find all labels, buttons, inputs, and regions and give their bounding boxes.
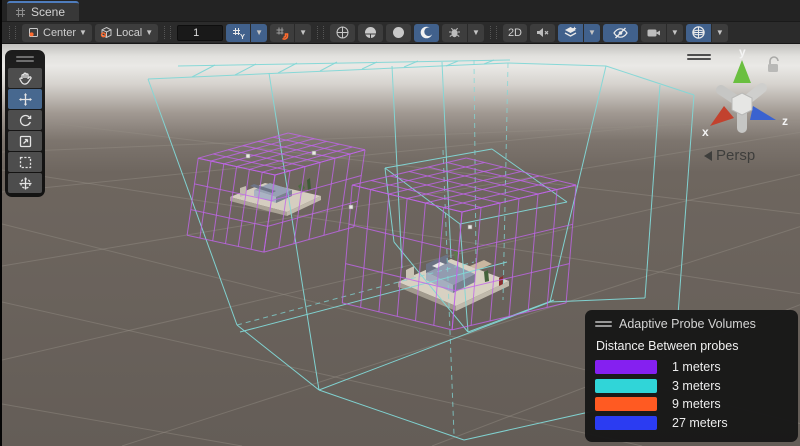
tab-title: Scene xyxy=(31,5,65,19)
cube-icon xyxy=(100,26,113,39)
rotate-icon xyxy=(18,113,33,128)
swatch-27m xyxy=(595,416,657,430)
chevron-down-icon: ▼ xyxy=(145,29,153,37)
tab-scene[interactable]: Scene xyxy=(7,1,79,21)
sphere-icon xyxy=(391,25,406,40)
triangle-left-icon xyxy=(704,151,712,161)
grid-magnet-icon xyxy=(275,26,289,40)
axis-z-label: z xyxy=(782,114,788,128)
camera-icon xyxy=(646,26,661,39)
axis-x-cone[interactable] xyxy=(710,106,734,126)
persp-label: Persp xyxy=(716,147,755,164)
rotation-label: Local xyxy=(116,27,142,39)
unity-scene-view: Scene Center ▼ Local ▼ xyxy=(0,0,800,446)
tool-move[interactable] xyxy=(8,89,42,109)
transform-icon xyxy=(18,176,33,191)
scale-icon xyxy=(18,134,33,149)
tool-transform[interactable] xyxy=(8,173,42,193)
layers-icon xyxy=(563,25,578,40)
pivot-icon xyxy=(27,26,40,39)
2d-toggle-button[interactable]: 2D xyxy=(503,24,527,42)
chevron-down-icon: ▼ xyxy=(79,29,87,37)
rotation-dropdown[interactable]: Local ▼ xyxy=(95,24,158,42)
legend-item: 1 meters xyxy=(595,360,788,374)
legend-item: 9 meters xyxy=(595,397,788,411)
axis-x-label: x xyxy=(702,125,709,139)
debug-bug-button[interactable] xyxy=(442,24,467,42)
scene-toolbar: Center ▼ Local ▼ Y ▼ xyxy=(2,22,800,44)
lock-icon[interactable] xyxy=(768,57,778,72)
snap-toggle[interactable] xyxy=(270,24,294,42)
audio-mute-button[interactable] xyxy=(530,24,555,42)
chevron-down-icon: ▼ xyxy=(671,29,679,37)
eye-slash-icon xyxy=(612,25,629,40)
gizmo-center-cube[interactable] xyxy=(732,93,752,115)
grid-axis-icon: Y xyxy=(231,26,245,40)
toolbar-separator xyxy=(164,26,171,39)
chevron-down-icon: ▼ xyxy=(299,29,307,37)
grid-tab-icon xyxy=(15,7,26,18)
tab-bar: Scene xyxy=(2,0,800,22)
tool-rect[interactable] xyxy=(8,152,42,172)
moon-icon xyxy=(419,25,434,40)
chevron-down-icon: ▼ xyxy=(472,29,480,37)
lighting-toggle-button[interactable] xyxy=(414,24,439,42)
visibility-toggle-button[interactable] xyxy=(603,24,638,42)
legend-subtitle: Distance Between probes xyxy=(596,339,788,353)
swatch-9m xyxy=(595,397,657,411)
pivot-dropdown[interactable]: Center ▼ xyxy=(22,24,92,42)
shaded-globe-button[interactable] xyxy=(358,24,383,42)
gizmos-toggle-button[interactable] xyxy=(686,24,711,42)
chevron-down-icon: ▼ xyxy=(255,29,263,37)
chevron-down-icon: ▼ xyxy=(716,29,724,37)
half-sphere-icon xyxy=(363,25,378,40)
effects-toggle-button[interactable] xyxy=(558,24,583,42)
pivot-label: Center xyxy=(43,27,76,39)
swatch-3m xyxy=(595,379,657,393)
projection-toggle[interactable]: Persp xyxy=(704,147,755,164)
move-icon xyxy=(18,92,33,107)
rect-tool-icon xyxy=(18,155,33,170)
gizmo-sphere-icon xyxy=(691,25,706,40)
debug-dropdown[interactable]: ▼ xyxy=(468,24,484,42)
shaded-sphere-button[interactable] xyxy=(386,24,411,42)
effects-dropdown[interactable]: ▼ xyxy=(584,24,600,42)
axis-y-cone[interactable] xyxy=(733,60,751,83)
2d-label: 2D xyxy=(508,27,522,39)
toolbar-separator xyxy=(490,26,497,39)
camera-dropdown[interactable]: ▼ xyxy=(667,24,683,42)
grid-visibility-dropdown[interactable]: ▼ xyxy=(251,24,267,42)
speaker-muted-icon xyxy=(535,25,550,40)
wire-sphere-icon xyxy=(335,25,350,40)
wireframe-globe-button[interactable] xyxy=(330,24,355,42)
grid-size-input[interactable] xyxy=(177,25,223,41)
toolbar-separator xyxy=(317,26,324,39)
legend-item: 3 meters xyxy=(595,379,788,393)
tools-overlay xyxy=(5,50,45,197)
grid-visibility-toggle[interactable]: Y xyxy=(226,24,250,42)
tool-rotate[interactable] xyxy=(8,110,42,130)
apv-legend-panel: Adaptive Probe Volumes Distance Between … xyxy=(585,310,798,442)
swatch-1m xyxy=(595,360,657,374)
legend-title: Adaptive Probe Volumes xyxy=(619,317,756,331)
gizmos-dropdown[interactable]: ▼ xyxy=(712,24,728,42)
tools-overlay-handle[interactable] xyxy=(8,53,42,65)
svg-text:Y: Y xyxy=(240,32,245,40)
hand-icon xyxy=(18,71,33,86)
bug-icon xyxy=(447,25,462,40)
axis-z-cone[interactable] xyxy=(750,106,776,120)
legend-item: 27 meters xyxy=(595,416,788,430)
tool-hand[interactable] xyxy=(8,68,42,88)
toolbar-drag-handle[interactable] xyxy=(9,26,16,39)
legend-drag-handle[interactable] xyxy=(595,321,612,327)
camera-button[interactable] xyxy=(641,24,666,42)
chevron-down-icon: ▼ xyxy=(588,29,596,37)
snap-dropdown[interactable]: ▼ xyxy=(295,24,311,42)
axis-y-label: y xyxy=(739,46,746,59)
tool-scale[interactable] xyxy=(8,131,42,151)
